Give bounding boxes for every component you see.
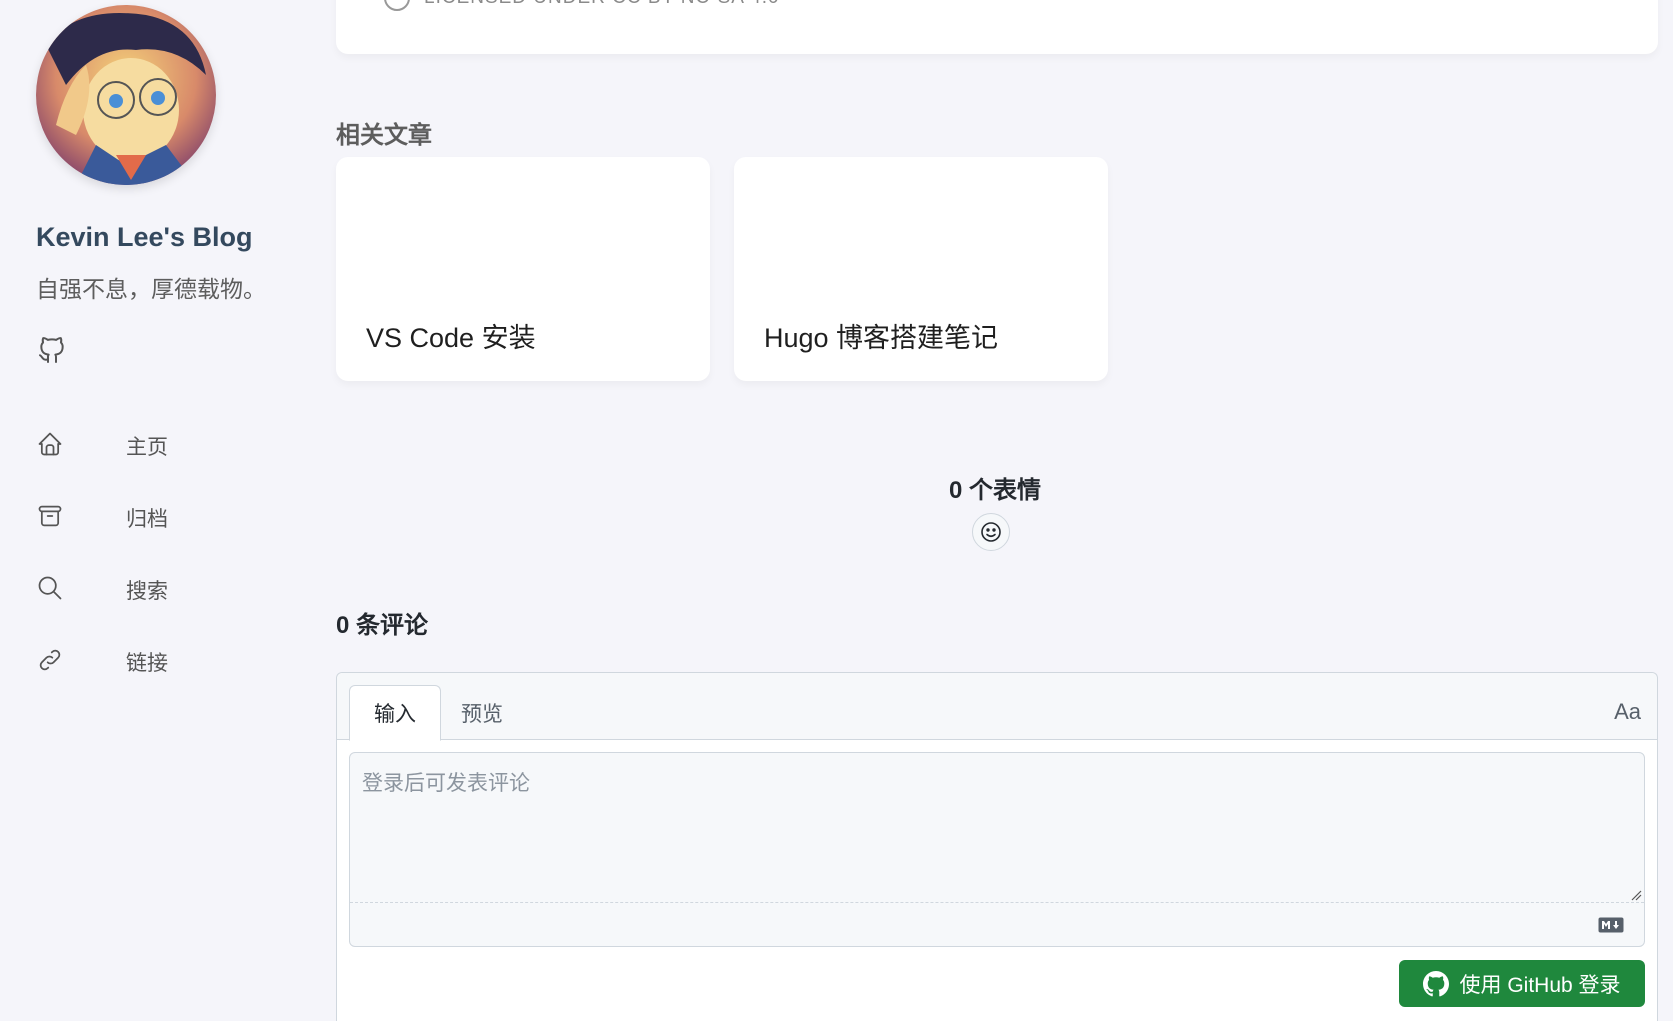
format-toggle-button[interactable]: Aa — [1614, 699, 1641, 725]
related-article-title: VS Code 安装 — [366, 323, 536, 353]
markdown-icon — [1598, 917, 1624, 933]
comment-box: 输入 预览 Aa 使用 GitHub 登录 — [336, 672, 1658, 1021]
main-menu: 主页 归档 搜索 链接 — [36, 410, 168, 698]
github-login-label: 使用 GitHub 登录 — [1459, 973, 1621, 997]
site-name[interactable]: Kevin Lee's Blog — [36, 222, 252, 253]
comment-input-wrapper — [349, 752, 1645, 947]
comments-count: 0 条评论 — [336, 612, 429, 639]
license-row: LICENSED UNDER CC BY-NC-SA 4.0 — [384, 0, 780, 11]
menu-label: 归档 — [126, 508, 168, 531]
creative-commons-icon — [384, 0, 410, 11]
search-icon — [36, 574, 68, 606]
menu-label: 搜索 — [126, 580, 168, 603]
menu-label: 主页 — [126, 436, 168, 459]
resize-handle[interactable] — [1630, 889, 1642, 901]
archive-icon — [36, 502, 68, 534]
related-article-card[interactable]: Hugo 博客搭建笔记 — [734, 157, 1108, 381]
menu-item-links[interactable]: 链接 — [36, 626, 168, 698]
github-icon — [1423, 970, 1450, 996]
license-card: LICENSED UNDER CC BY-NC-SA 4.0 — [336, 0, 1658, 54]
tab-write[interactable]: 输入 — [349, 685, 441, 741]
home-icon — [36, 430, 68, 462]
license-text: LICENSED UNDER CC BY-NC-SA 4.0 — [424, 0, 780, 9]
comment-box-header: 输入 预览 Aa — [337, 673, 1657, 741]
related-articles-title: 相关文章 — [336, 122, 432, 149]
smiley-icon — [981, 522, 1001, 542]
menu-label: 链接 — [126, 652, 168, 675]
site-description: 自强不息，厚德载物。 — [36, 276, 266, 302]
reactions-count: 0 个表情 — [948, 477, 1041, 504]
related-article-card[interactable]: VS Code 安装 — [336, 157, 710, 381]
avatar-image — [36, 5, 216, 185]
menu-item-search[interactable]: 搜索 — [36, 554, 168, 626]
add-reaction-button[interactable] — [972, 513, 1010, 551]
link-icon — [36, 646, 68, 678]
tab-preview[interactable]: 预览 — [437, 685, 527, 740]
github-icon[interactable] — [36, 334, 72, 370]
github-login-button[interactable]: 使用 GitHub 登录 — [1399, 960, 1645, 1007]
related-article-title: Hugo 博客搭建笔记 — [764, 323, 999, 353]
avatar[interactable] — [36, 5, 216, 185]
sidebar: Kevin Lee's Blog 自强不息，厚德载物。 主页 归档 搜索 链接 — [0, 0, 320, 1021]
comment-input[interactable] — [350, 753, 1644, 903]
